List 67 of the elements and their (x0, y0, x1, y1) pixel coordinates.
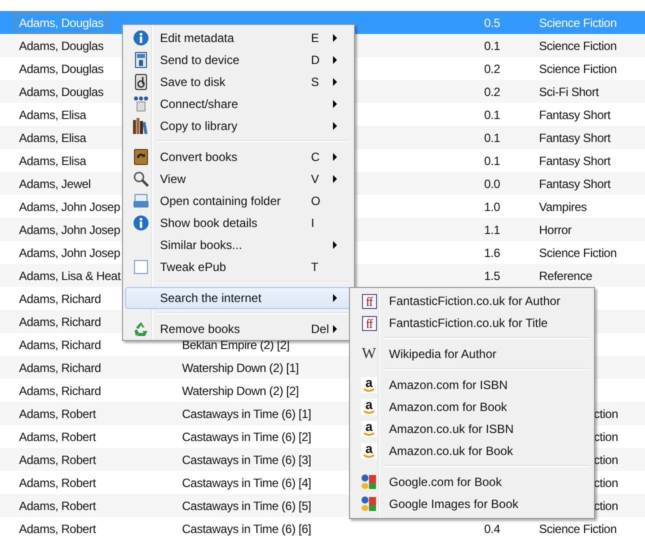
table-cell: Adams, Robert (19, 522, 96, 536)
table-cell: Science Fiction (539, 246, 617, 260)
table-cell: Adams, Robert (19, 498, 96, 512)
table-cell: ction (594, 498, 618, 512)
table-cell: Adams, Elisa (19, 130, 86, 144)
table-cell: Adams, Richard (19, 360, 101, 374)
table-cell: 0.0 (484, 176, 500, 190)
table-cell: Fantasy Short (539, 176, 610, 190)
table-cell: Reference (539, 268, 592, 282)
table-cell: Adams, Richard (19, 338, 101, 352)
table-cell: Adams, Douglas (19, 62, 104, 76)
ff-logo-icon: ff (362, 294, 376, 308)
table-cell: Adams, John Josep (19, 222, 120, 236)
table-cell: 1.5 (484, 268, 500, 282)
table-cell: Adams, Robert (19, 406, 96, 420)
table-cell: 0.1 (484, 38, 500, 52)
table-cell: Fantasy Short (539, 130, 610, 144)
table-cell: ction (594, 430, 618, 444)
table-cell: 0.5 (484, 16, 500, 30)
table-cell: Adams, Richard (19, 314, 101, 328)
table-cell: Adams, Douglas (19, 84, 104, 98)
ff-logo-icon: ff (362, 316, 376, 330)
table-cell: Vampires (539, 200, 587, 214)
table-cell: 0.1 (484, 108, 500, 122)
table-cell: ction (594, 452, 618, 466)
amazon-logo-icon: a (361, 421, 377, 437)
amazon-logo-icon: a (361, 399, 377, 415)
table-cell: Adams, Jewel (19, 176, 91, 190)
table-cell: Fantasy Short (539, 154, 610, 168)
table-cell: Adams, Douglas (19, 38, 104, 52)
table-cell: 1.1 (484, 222, 500, 236)
table-cell: Castaways in Time (6) [6] (182, 522, 312, 536)
amazon-logo-icon: a (361, 377, 377, 393)
table-cell: Sci-Fi Short (539, 84, 599, 98)
table-cell: Adams, Robert (19, 452, 96, 466)
table-cell: 0.1 (484, 154, 500, 168)
table-cell: 0.4 (484, 522, 500, 536)
table-cell: Horror (539, 222, 572, 236)
table-cell: Science Fiction (539, 62, 617, 76)
table-cell: 1.0 (484, 200, 500, 214)
table-cell: 0.2 (484, 84, 500, 98)
table-cell: 0.2 (484, 62, 500, 76)
amazon-logo-icon: a (361, 443, 377, 459)
table-cell: Castaways in Time (6) [3] (182, 452, 312, 466)
table-cell: Castaways in Time (6) [5] (182, 498, 312, 512)
table-cell: Adams, Richard (19, 292, 101, 306)
table-cell: Adams, Richard (19, 384, 101, 398)
table-cell: Adams, Robert (19, 476, 96, 490)
table-cell: ction (594, 406, 618, 420)
table-cell: ction (594, 476, 618, 490)
table-cell: Adams, Robert (19, 430, 96, 444)
table-cell: Adams, John Josep (19, 200, 120, 214)
table-cell: 1.6 (484, 246, 500, 260)
table-cell: Watership Down (2) [2] (182, 384, 299, 398)
table-cell: Adams, Elisa (19, 108, 86, 122)
table-cell: Science Fiction (539, 522, 617, 536)
table-cell: Adams, Lisa & Heat (19, 268, 121, 282)
table-cell: Adams, Elisa (19, 154, 86, 168)
table-cell: Fantasy Short (539, 108, 610, 122)
table-cell: Castaways in Time (6) [4] (182, 476, 312, 490)
table-cell: Watership Down (2) [1] (182, 360, 299, 374)
table-cell: Adams, John Josep (19, 246, 120, 260)
table-cell: Castaways in Time (6) [2] (182, 430, 312, 444)
table-cell: Castaways in Time (6) [1] (182, 406, 312, 420)
table-cell: Science Fiction (539, 38, 617, 52)
table-cell: 0.1 (484, 130, 500, 144)
table-cell: Science Fiction (539, 16, 617, 30)
